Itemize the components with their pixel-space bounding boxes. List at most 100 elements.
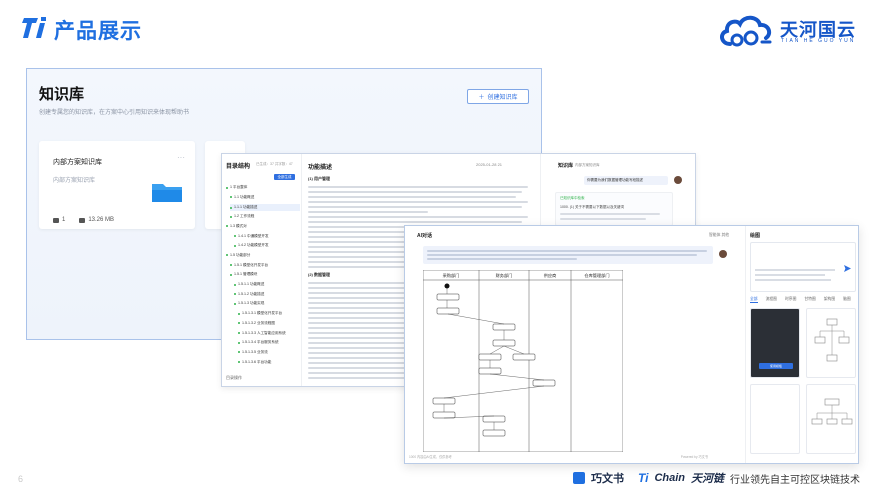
drawing-tab[interactable]: 甘特图 [804, 297, 815, 303]
doc-title: 功能描述 [308, 165, 333, 171]
toc-item[interactable]: 1.5.1.3.5 业务流 [238, 350, 268, 355]
kb-card[interactable]: 内部方案知识库 内部方案知识库 ··· 1 13.26 MB [39, 141, 195, 229]
flow-node [478, 353, 502, 361]
toc-item[interactable]: 1.5.1.2 功能描述 [234, 292, 264, 297]
generate-all-button[interactable]: 全部生成 [274, 174, 295, 180]
toc-item-label: 1.5.1.3.2 业务流程图 [242, 320, 275, 325]
toc-item[interactable]: 1.4.2 功能模型开发 [234, 243, 269, 248]
status-dot-icon [230, 215, 232, 218]
toc-footer[interactable]: 目录操作 [226, 375, 242, 381]
template-thumb[interactable] [806, 384, 856, 454]
use-template-button[interactable]: 使用模板 [759, 363, 793, 369]
template-thumb[interactable] [750, 384, 800, 454]
toc-item-label: 1.5.1 模型化开发平台 [234, 262, 269, 267]
kb-title: 知识库 [39, 86, 85, 103]
toc-item-label: 1.2 工作流程 [234, 214, 255, 219]
flow-node [478, 367, 502, 375]
template-thumb[interactable]: 使用模板 [750, 308, 800, 378]
product-qiaowenshu: 巧文书 [590, 473, 624, 485]
status-dot-icon [238, 312, 240, 315]
kb-card-subtitle: 内部方案知识库 [53, 178, 96, 184]
toc-item-label: 1.5.1 管理模块 [234, 272, 258, 277]
toc-item[interactable]: 1.4.1 中通模型开发 [234, 234, 269, 239]
brand-subtitle: TIAN HE GUO YUN [781, 38, 856, 44]
doc-date: 2025-01-28 21 [476, 162, 503, 167]
status-dot-icon [234, 235, 236, 237]
toc-item[interactable]: 1.5.1.3.1 模型化开发平台 [238, 311, 282, 316]
page-number: 6 [18, 474, 24, 484]
flow-node [432, 397, 456, 405]
toc-item[interactable]: 1.2 工作流程 [230, 214, 254, 219]
user-message: 你需要为我们数据管理功能写段描述 [584, 176, 668, 185]
user-prompt [423, 246, 713, 264]
toc-item[interactable]: 1.1 功能概述 [230, 195, 254, 200]
toc-item[interactable]: 1.5.1 模型化开发平台 [230, 263, 268, 268]
toc-item-label: 1.5.1.3.6 平台功能 [242, 359, 272, 364]
toc-item-label: 1.5.1.3 功能实现 [238, 301, 265, 306]
folder-icon [152, 184, 182, 202]
flow-node [436, 293, 460, 301]
toc-item[interactable]: 1.5.1.3.4 平台服务系统 [238, 340, 279, 345]
cloud-logo-icon [720, 15, 772, 47]
flow-node [532, 379, 556, 387]
chat-footer-note: 1000 内容由AI生成，仅供参考 [409, 455, 452, 459]
text-line [308, 201, 528, 203]
create-kb-button[interactable]: ＋ 创建知识库 [467, 89, 529, 104]
toc-item-label: 1.5.1.3.4 平台服务系统 [242, 340, 279, 345]
answer-status: 已知识库中检索 [560, 196, 585, 200]
toc-item[interactable]: 1.5.1 管理模块 [230, 272, 257, 277]
text-line [308, 191, 522, 193]
drawing-tab[interactable]: 全部 [750, 297, 758, 303]
avatar [674, 176, 682, 184]
toc-item[interactable]: 1.5.1.3 功能实现 [234, 301, 264, 306]
drawing-tab[interactable]: 架构图 [824, 297, 835, 303]
toc-item-label: 1 平台整体 [230, 185, 248, 189]
toc-item-label: 1.3 模式对 [230, 223, 247, 228]
swimlane-label: 仓库管理部门 [584, 272, 609, 279]
toc-item[interactable]: 1.5.1.3.3 人工智能应用系统 [238, 331, 286, 336]
template-thumb[interactable] [806, 308, 856, 378]
toc-item[interactable]: 1.5.1.1 功能概述 [234, 282, 264, 287]
drawing-tab[interactable]: 流程图 [766, 297, 777, 303]
avatar [719, 250, 727, 258]
ai-chat-controls[interactable]: 智能体 其他 [709, 233, 729, 238]
kb-card-name: 内部方案知识库 [53, 159, 102, 166]
toc-item-label: 1.5.1.3.5 业务流 [242, 349, 268, 354]
kb-description: 创建专属您的知识库，在方案中心引用知识来体现帮助书 [39, 110, 190, 116]
send-icon[interactable] [844, 265, 851, 272]
flow-node [432, 411, 456, 419]
footer-slogan: 行业领先自主可控区块链技术 [730, 474, 860, 486]
status-dot-icon [226, 254, 228, 257]
toc-item[interactable]: 1.5.1.3.2 业务流程图 [238, 321, 275, 326]
status-dot-icon [238, 361, 240, 364]
status-dot-icon [238, 351, 240, 354]
status-dot-icon [238, 322, 240, 325]
flow-node [482, 415, 506, 423]
assistant-source[interactable]: 内部方案知识库 [575, 163, 600, 168]
more-icon[interactable]: ··· [177, 153, 185, 162]
mini-tree-icon [811, 398, 853, 425]
status-dot-icon [234, 302, 236, 305]
text-line [308, 216, 528, 218]
slide-footer: 巧文书 Ti Chain 天河链 行业领先自主可控区块链技术 [572, 470, 860, 486]
assistant-title: 知识库 [558, 163, 574, 169]
toc-item[interactable]: 1 平台整体 [226, 185, 247, 190]
flow-node [436, 307, 460, 315]
drawing-tab[interactable]: 脑图 [843, 297, 851, 303]
kb-card-count: 1 [62, 217, 66, 223]
status-dot-icon [234, 293, 236, 296]
doc-section-heading: (1) 用户管理 [308, 176, 330, 181]
drawing-panel: 绘图 全部 流程图 时序图 甘特图 架构图 脑图 使用模板 [745, 226, 860, 463]
toc-item[interactable]: 1.3 模式对 [226, 224, 247, 229]
drawing-input[interactable] [750, 242, 856, 292]
toc-item[interactable]: 1.1.1 功能描述 [230, 204, 300, 212]
ai-chart-window: AI对话 智能体 其他 采购部门 财务部门 供应商 仓库管理部门 1000 内容由AI… [404, 225, 859, 464]
status-dot-icon [230, 273, 232, 276]
toc-item[interactable]: 1.5.1.3.6 平台功能 [238, 360, 271, 365]
flow-node [512, 353, 536, 361]
chat-footer-powered: Powered by 巧文书 [680, 455, 708, 459]
toc-item[interactable]: 1.5 功能部分 [226, 253, 250, 258]
drawing-tab[interactable]: 时序图 [785, 297, 796, 303]
toc-stats: 已生成：37 共字数：47 [256, 162, 293, 166]
toc-title: 目录结构 [226, 164, 251, 170]
